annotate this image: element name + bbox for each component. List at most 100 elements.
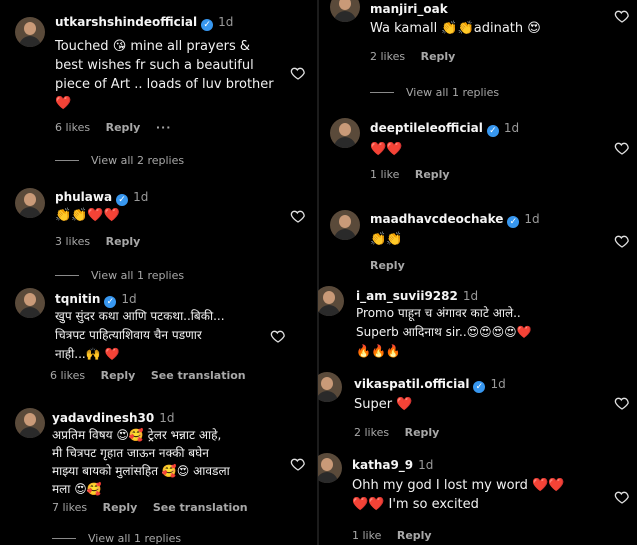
right-comment-column: manjiri_oak Wa kamall 👏👏adinath 😍 2 like… (318, 0, 637, 545)
comment: yadavdinesh30 1d अप्रतिम विषय 😍🥰 ट्रेलर भ… (0, 404, 318, 545)
avatar[interactable] (318, 372, 342, 402)
view-replies-button[interactable]: View all 2 replies (55, 154, 184, 167)
comment-header: i_am_suvii9282 1d (356, 289, 478, 303)
timestamp: 1d (490, 377, 506, 391)
heart-outline-icon[interactable] (614, 489, 630, 505)
likes-count[interactable]: 7 likes (52, 501, 87, 514)
verified-badge-icon: ✓ (201, 19, 214, 31)
comment-header: manjiri_oak (370, 2, 448, 16)
comment-header: vikaspatil.official ✓ 1d (354, 377, 506, 393)
reply-button[interactable]: Reply (421, 50, 456, 63)
view-replies-button[interactable]: View all 1 replies (55, 269, 184, 282)
verified-badge-icon: ✓ (507, 216, 520, 228)
username[interactable]: manjiri_oak (370, 2, 448, 16)
username[interactable]: deeptileleofficial (370, 121, 483, 135)
comment-meta: Reply (370, 259, 417, 272)
comment-header: maadhavcdeochake ✓ 1d (370, 212, 540, 228)
likes-count[interactable]: 6 likes (50, 369, 85, 382)
view-replies-line (55, 160, 79, 161)
comment-text: Wa kamall 👏👏adinath 😍 (370, 21, 541, 36)
view-replies-line (55, 275, 79, 276)
heart-outline-icon[interactable] (614, 8, 630, 24)
avatar[interactable] (330, 210, 360, 240)
comment: katha9_9 1d Ohh my god I lost my word ❤️❤… (318, 451, 637, 545)
heart-outline-icon[interactable] (290, 456, 306, 472)
comment-meta: 3 likes Reply (55, 235, 152, 248)
comment-header: tqnitin ✓ 1d (55, 292, 137, 308)
reply-button[interactable]: Reply (106, 121, 141, 134)
comment: manjiri_oak Wa kamall 👏👏adinath 😍 2 like… (318, 0, 637, 105)
comment-text: खुप सुंदर कथा आणि पटकथा..बिकी... चित्रपट… (55, 309, 225, 361)
avatar[interactable] (15, 288, 45, 318)
comment: utkarshshindeofficial ✓ 1d Touched 😘 mine … (0, 0, 318, 170)
more-options-icon[interactable]: ··· (156, 121, 172, 134)
comment-header: deeptileleofficial ✓ 1d (370, 121, 519, 137)
reply-button[interactable]: Reply (405, 426, 440, 439)
username[interactable]: maadhavcdeochake (370, 212, 503, 226)
likes-count[interactable]: 2 likes (370, 50, 405, 63)
reply-button[interactable]: Reply (397, 529, 432, 542)
comment-meta: 1 like Reply (370, 168, 462, 181)
comment-header: utkarshshindeofficial ✓ 1d (55, 15, 233, 31)
username[interactable]: yadavdinesh30 (52, 411, 154, 425)
see-translation-button[interactable]: See translation (153, 501, 248, 514)
view-replies-button[interactable]: View all 1 replies (52, 532, 181, 545)
avatar[interactable] (15, 408, 45, 438)
username[interactable]: katha9_9 (352, 458, 413, 472)
likes-count[interactable]: 2 likes (354, 426, 389, 439)
comment-meta: 2 likes Reply (354, 426, 451, 439)
avatar[interactable] (15, 17, 45, 47)
reply-button[interactable]: Reply (103, 501, 138, 514)
reply-button[interactable]: Reply (101, 369, 136, 382)
heart-outline-icon[interactable] (290, 65, 306, 81)
comment-text: Touched 😘 mine all prayers & best wishes… (55, 39, 274, 111)
username[interactable]: i_am_suvii9282 (356, 289, 458, 303)
reply-button[interactable]: Reply (415, 168, 450, 181)
comment-text: अप्रतिम विषय 😍🥰 ट्रेलर भन्नाट आहे, मी चि… (52, 428, 230, 496)
timestamp: 1d (133, 190, 149, 204)
timestamp: 1d (503, 121, 520, 135)
likes-count[interactable]: 3 likes (55, 235, 90, 248)
timestamp: 1d (418, 458, 434, 472)
view-replies-button[interactable]: View all 1 replies (370, 86, 499, 99)
likes-count[interactable]: 1 like (352, 529, 381, 542)
verified-badge-icon: ✓ (473, 381, 486, 393)
reply-button[interactable]: Reply (106, 235, 141, 248)
view-replies-line (52, 538, 76, 539)
comment-text: 👏👏 (370, 232, 403, 247)
comment: maadhavcdeochake ✓ 1d 👏👏 Reply (318, 198, 637, 278)
comment-text: Promo पाहून च अंगावर काटे आले.. Superb आ… (356, 306, 532, 358)
comment-text: Ohh my god I lost my word ❤️❤️ ❤️❤️ I'm … (352, 478, 565, 512)
heart-outline-icon[interactable] (614, 395, 630, 411)
comment-meta: 6 likes Reply See translation (50, 369, 258, 382)
username[interactable]: tqnitin (55, 292, 100, 306)
comment-text: ❤️❤️ (370, 142, 403, 157)
heart-outline-icon[interactable] (270, 328, 286, 344)
comment: tqnitin ✓ 1d खुप सुंदर कथा आणि पटकथा..बिकी… (0, 288, 318, 398)
username[interactable]: vikaspatil.official (354, 377, 469, 391)
avatar[interactable] (15, 188, 45, 218)
heart-outline-icon[interactable] (290, 208, 306, 224)
heart-outline-icon[interactable] (614, 233, 630, 249)
comment: deeptileleofficial ✓ 1d ❤️❤️ 1 like Reply (318, 112, 637, 192)
timestamp: 1d (159, 411, 175, 425)
username[interactable]: phulawa (55, 190, 112, 204)
comment-meta: 1 like Reply (352, 529, 444, 542)
avatar[interactable] (318, 453, 342, 483)
comment-header: yadavdinesh30 1d (52, 411, 174, 425)
left-comment-column: utkarshshindeofficial ✓ 1d Touched 😘 mine … (0, 0, 318, 545)
heart-outline-icon[interactable] (614, 140, 630, 156)
likes-count[interactable]: 6 likes (55, 121, 90, 134)
avatar[interactable] (330, 118, 360, 148)
timestamp: 1d (218, 15, 234, 29)
comment-header: phulawa ✓ 1d (55, 190, 148, 206)
view-replies-line (370, 92, 394, 93)
likes-count[interactable]: 1 like (370, 168, 399, 181)
see-translation-button[interactable]: See translation (151, 369, 246, 382)
avatar[interactable] (318, 286, 344, 316)
username[interactable]: utkarshshindeofficial (55, 15, 197, 29)
comment-header: katha9_9 1d (352, 458, 433, 472)
avatar[interactable] (330, 0, 360, 22)
comment: phulawa ✓ 1d 👏👏❤️❤️ 3 likes Reply View all… (0, 180, 318, 285)
reply-button[interactable]: Reply (370, 259, 405, 272)
